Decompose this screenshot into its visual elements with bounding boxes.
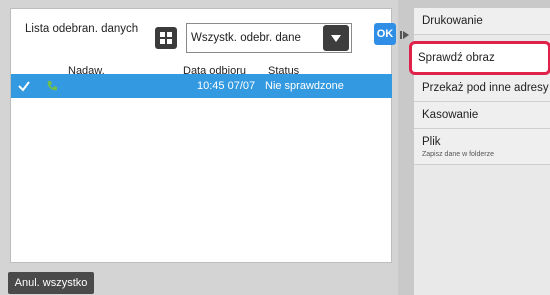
action-menu: Drukowanie Sprawdź obraz Przekaż pod inn… xyxy=(409,8,550,295)
menu-item-delete[interactable]: Kasowanie xyxy=(414,102,550,129)
filter-value: Wszystk. odebr. dane xyxy=(191,32,301,44)
chevron-down-icon xyxy=(331,34,341,42)
menu-item-sublabel: Zapisz dane w folderze xyxy=(422,150,494,158)
ok-button[interactable]: OK xyxy=(374,23,396,45)
received-data-list: Lista odebran. danych Wszystk. odebr. da… xyxy=(10,8,396,263)
action-panel: Drukowanie Sprawdź obraz Przekaż pod inn… xyxy=(398,0,550,295)
collapse-panel-button[interactable] xyxy=(398,26,412,44)
row-received-time: 10:45 07/07 xyxy=(197,80,256,92)
dropdown-button[interactable] xyxy=(323,25,349,51)
table-row[interactable]: 10:45 07/07 Nie sprawdzone xyxy=(11,74,392,98)
collapse-arrow-icon xyxy=(400,31,409,39)
menu-item-check-image[interactable]: Sprawdź obraz xyxy=(409,41,550,75)
list-title: Lista odebran. danych xyxy=(25,23,139,35)
menu-item-label: Sprawdź obraz xyxy=(418,52,495,64)
menu-item-print[interactable]: Drukowanie xyxy=(414,8,550,35)
menu-item-label: Plik xyxy=(422,135,441,148)
menu-item-label: Przekaż pod inne adresy xyxy=(422,82,549,94)
menu-item-file[interactable]: Plik Zapisz dane w folderze xyxy=(414,129,550,165)
menu-item-label: Drukowanie xyxy=(422,15,483,27)
grid-icon xyxy=(160,32,172,44)
grid-view-button[interactable] xyxy=(155,27,177,49)
filter-dropdown[interactable]: Wszystk. odebr. dane xyxy=(186,23,352,53)
checkmark-icon xyxy=(18,81,30,92)
menu-item-label: Kasowanie xyxy=(422,109,479,121)
menu-item-forward[interactable]: Przekaż pod inne adresy xyxy=(414,75,550,102)
cancel-all-button[interactable]: Anul. wszystko xyxy=(8,272,94,294)
row-status: Nie sprawdzone xyxy=(265,80,344,92)
fax-phone-icon xyxy=(47,81,57,91)
main-area: Lista odebran. danych Wszystk. odebr. da… xyxy=(0,0,398,295)
